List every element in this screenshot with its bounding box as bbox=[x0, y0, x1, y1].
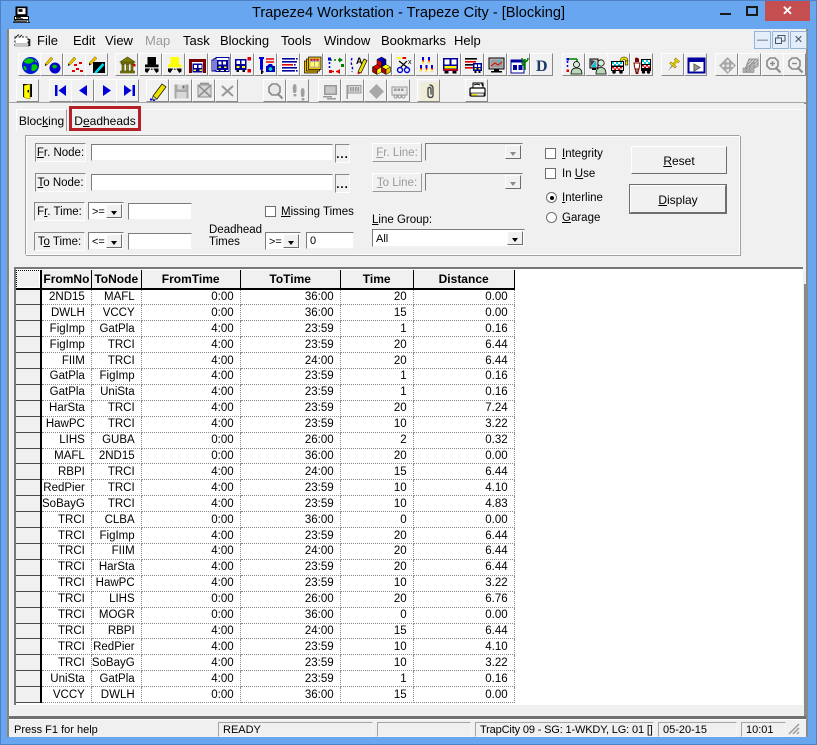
svg-text:x: x bbox=[408, 59, 412, 66]
svg-text:D: D bbox=[536, 58, 548, 75]
